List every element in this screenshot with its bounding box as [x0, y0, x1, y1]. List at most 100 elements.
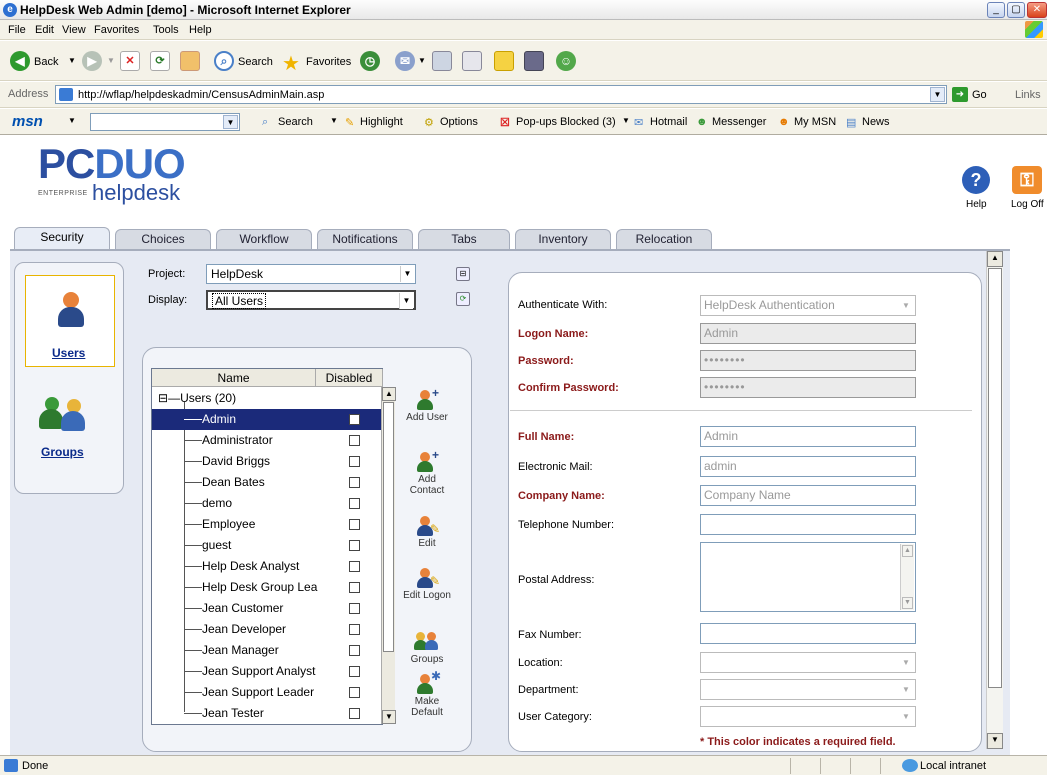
- address-dropdown-icon[interactable]: ▼: [930, 87, 945, 102]
- tab-choices[interactable]: Choices: [115, 229, 211, 250]
- groups-link[interactable]: Groups: [41, 445, 84, 459]
- project-select[interactable]: HelpDesk ▼: [206, 264, 416, 284]
- maximize-button[interactable]: ▢: [1007, 2, 1025, 18]
- users-tree-root[interactable]: ⊟—Users (20): [158, 391, 236, 405]
- telephone-input[interactable]: [700, 514, 916, 535]
- popups-blocked-button[interactable]: Pop-ups Blocked (3): [516, 116, 616, 128]
- disabled-checkbox[interactable]: [349, 645, 360, 656]
- close-button[interactable]: ✕: [1027, 2, 1047, 18]
- user-row[interactable]: David Briggs: [152, 451, 381, 472]
- tab-security[interactable]: Security: [14, 227, 110, 250]
- users-list-scrollbar[interactable]: ▲ ▼: [381, 387, 396, 724]
- back-arrow-icon[interactable]: ◀: [10, 51, 30, 71]
- password-input[interactable]: ••••••••: [700, 350, 916, 371]
- postal-address-textarea[interactable]: ▲ ▼: [700, 542, 916, 612]
- mail-dropdown-icon[interactable]: ▼: [418, 56, 426, 65]
- name-column-header[interactable]: Name: [152, 369, 316, 387]
- links-label[interactable]: Links: [1015, 89, 1041, 101]
- disabled-checkbox[interactable]: [349, 666, 360, 677]
- notes-icon[interactable]: [494, 51, 514, 71]
- messenger-icon[interactable]: ☺: [556, 51, 576, 71]
- user-row[interactable]: demo: [152, 493, 381, 514]
- page-scroll-up-icon[interactable]: ▲: [987, 251, 1003, 267]
- history-icon[interactable]: ◷: [360, 51, 380, 71]
- user-row[interactable]: Jean Developer: [152, 619, 381, 640]
- user-row[interactable]: Administrator: [152, 430, 381, 451]
- home-icon[interactable]: [180, 51, 200, 71]
- tab-workflow[interactable]: Workflow: [216, 229, 312, 250]
- confirm-password-input[interactable]: ••••••••: [700, 377, 916, 398]
- address-input[interactable]: http://wflap/helpdeskadmin/CensusAdminMa…: [55, 85, 947, 104]
- user-row[interactable]: Dean Bates: [152, 472, 381, 493]
- forward-arrow-icon[interactable]: ▶: [82, 51, 102, 71]
- disabled-checkbox[interactable]: [349, 498, 360, 509]
- tab-relocation[interactable]: Relocation: [616, 229, 712, 250]
- disabled-checkbox[interactable]: [349, 561, 360, 572]
- refresh-icon[interactable]: ⟳: [150, 51, 170, 71]
- scroll-thumb[interactable]: [383, 402, 394, 652]
- options-button[interactable]: Options: [440, 116, 478, 128]
- add-user-button[interactable]: + Add User: [402, 386, 452, 423]
- go-button[interactable]: Go: [972, 89, 987, 101]
- scroll-down-icon[interactable]: ▼: [382, 710, 396, 724]
- messenger-button[interactable]: Messenger: [712, 116, 766, 128]
- logoff-key-icon[interactable]: ⚿: [1012, 166, 1042, 194]
- disabled-checkbox[interactable]: [349, 603, 360, 614]
- groups-button[interactable]: Groups: [402, 632, 452, 665]
- page-scroll-thumb[interactable]: [988, 268, 1002, 688]
- department-select[interactable]: ▼: [700, 679, 916, 700]
- scroll-up-icon[interactable]: ▲: [382, 387, 396, 401]
- tab-notifications[interactable]: Notifications: [317, 229, 413, 250]
- disabled-checkbox[interactable]: [349, 414, 360, 425]
- postal-scroll-up-icon[interactable]: ▲: [902, 545, 913, 557]
- project-dropdown-icon[interactable]: ▼: [400, 266, 414, 282]
- location-select[interactable]: ▼: [700, 652, 916, 673]
- company-name-input[interactable]: Company Name: [700, 485, 916, 506]
- help-icon[interactable]: ?: [962, 166, 990, 194]
- menu-tools[interactable]: Tools: [153, 24, 179, 36]
- auth-dropdown-icon[interactable]: ▼: [899, 298, 913, 313]
- page-scroll-down-icon[interactable]: ▼: [987, 733, 1003, 749]
- auth-select[interactable]: HelpDesk Authentication ▼: [700, 295, 916, 316]
- search-label[interactable]: Search: [238, 56, 273, 68]
- user-row[interactable]: Jean Support Analyst: [152, 661, 381, 682]
- msn-search-input[interactable]: ▼: [90, 113, 240, 131]
- edit-button[interactable]: ✎ Edit: [402, 516, 452, 549]
- disabled-checkbox[interactable]: [349, 624, 360, 635]
- msn-combo-dropdown-icon[interactable]: ▼: [223, 115, 238, 129]
- disabled-checkbox[interactable]: [349, 519, 360, 530]
- msn-search-dropdown-icon[interactable]: ▼: [330, 116, 338, 125]
- edit-logon-button[interactable]: ✎ Edit Logon: [402, 568, 452, 601]
- favorites-star-icon[interactable]: ★: [282, 51, 300, 76]
- disabled-column-header[interactable]: Disabled: [316, 369, 383, 387]
- print-icon[interactable]: [432, 51, 452, 71]
- popups-dropdown-icon[interactable]: ▼: [622, 116, 630, 125]
- menu-help[interactable]: Help: [189, 24, 212, 36]
- highlight-button[interactable]: Highlight: [360, 116, 403, 128]
- edit-page-icon[interactable]: [462, 51, 482, 71]
- user-row[interactable]: Jean Support Leader: [152, 682, 381, 703]
- user-row[interactable]: Jean Customer: [152, 598, 381, 619]
- disabled-checkbox[interactable]: [349, 435, 360, 446]
- user-row[interactable]: Help Desk Analyst: [152, 556, 381, 577]
- msn-search-button[interactable]: Search: [278, 116, 313, 128]
- logoff-label[interactable]: Log Off: [1011, 199, 1044, 210]
- logon-name-input[interactable]: Admin: [700, 323, 916, 344]
- help-label[interactable]: Help: [966, 199, 987, 210]
- postal-scrollbar[interactable]: ▲ ▼: [900, 544, 914, 610]
- page-scrollbar[interactable]: ▲ ▼: [986, 251, 1003, 749]
- disabled-checkbox[interactable]: [349, 582, 360, 593]
- menu-favorites[interactable]: Favorites: [94, 24, 139, 36]
- msn-logo[interactable]: msn: [12, 113, 43, 130]
- user-row[interactable]: Employee: [152, 514, 381, 535]
- user-category-select[interactable]: ▼: [700, 706, 916, 727]
- tab-inventory[interactable]: Inventory: [515, 229, 611, 250]
- stop-icon[interactable]: ✕: [120, 51, 140, 71]
- user-row[interactable]: Jean Manager: [152, 640, 381, 661]
- add-contact-button[interactable]: + Add Contact: [402, 448, 452, 496]
- search-icon[interactable]: ⌕: [214, 51, 234, 71]
- mail-icon[interactable]: ✉: [395, 51, 415, 71]
- groups-icon[interactable]: [39, 397, 89, 437]
- menu-edit[interactable]: Edit: [35, 24, 54, 36]
- disabled-checkbox[interactable]: [349, 708, 360, 719]
